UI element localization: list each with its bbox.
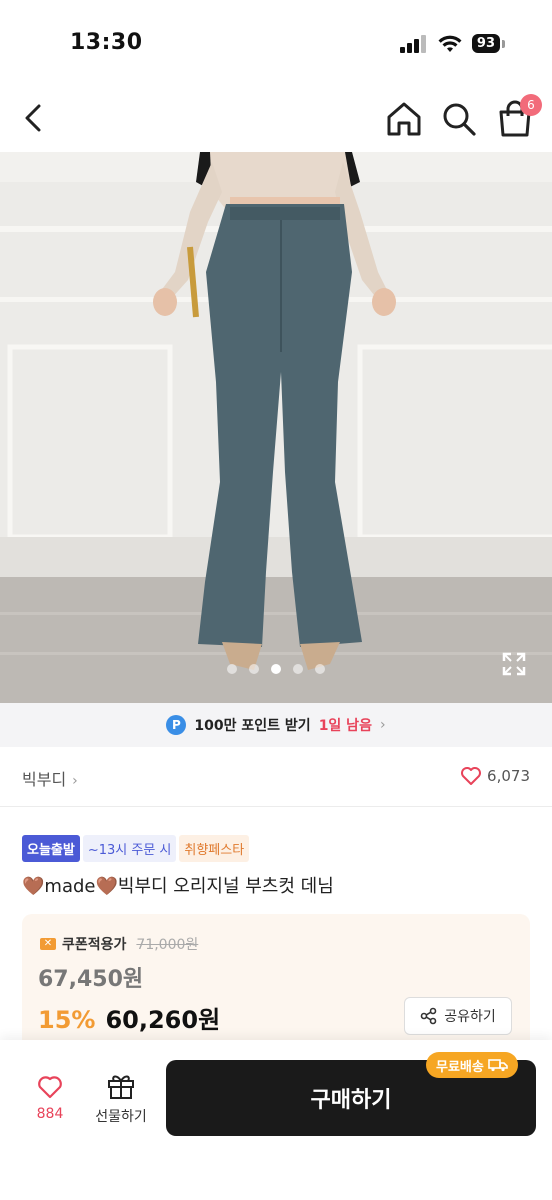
gift-label: 선물하기	[95, 1109, 147, 1125]
points-icon: P	[166, 715, 187, 735]
coupon-row: ✕ 쿠폰적용가 71,000원	[40, 934, 198, 954]
chevron-right-icon: ›	[72, 773, 78, 789]
gift-button[interactable]: 선물하기	[88, 1072, 154, 1126]
free-shipping-label: 무료배송	[436, 1059, 484, 1075]
product-image[interactable]	[0, 152, 552, 703]
like-count: 6,073	[487, 767, 530, 785]
coupon-icon: ✕	[40, 938, 56, 950]
carousel-dot-active[interactable]	[271, 664, 281, 674]
product-tags: 오늘출발 ~13시 주문 시 취향페스타	[22, 835, 250, 862]
brand-name: 빅부디	[22, 770, 67, 789]
final-price: 60,260원	[105, 1006, 221, 1034]
share-label: 공유하기	[444, 1009, 496, 1025]
product-photo-illustration	[0, 152, 552, 703]
search-icon[interactable]	[440, 100, 478, 138]
status-time: 13:30	[70, 30, 143, 55]
share-button[interactable]: 공유하기	[404, 997, 512, 1035]
points-banner-text: 100만 포인트 받기	[194, 718, 311, 734]
fullscreen-expand-icon[interactable]	[500, 650, 528, 678]
discount-rate: 15%	[38, 1006, 96, 1034]
wifi-icon	[438, 35, 462, 52]
cart-count-badge: 6	[520, 94, 542, 116]
tag-order-cutoff: ~13시 주문 시	[82, 835, 177, 862]
wishlist-button[interactable]: 884	[30, 1074, 70, 1122]
brand-link[interactable]: 빅부디 ›	[22, 766, 78, 790]
carousel-dot[interactable]	[227, 664, 237, 674]
delivery-truck-icon	[488, 1059, 508, 1072]
original-price: 71,000원	[136, 937, 199, 953]
status-icons: 93	[399, 34, 506, 53]
points-banner[interactable]: P 100만 포인트 받기 1일 남음 ›	[0, 703, 552, 747]
divider	[0, 806, 552, 807]
chevron-right-icon: ›	[379, 717, 386, 733]
home-icon[interactable]	[384, 100, 424, 138]
carousel-dot[interactable]	[249, 664, 259, 674]
wishlist-count: 884	[36, 1106, 64, 1122]
battery-indicator: 93	[471, 34, 506, 53]
coupon-label: 쿠폰적용가	[62, 937, 127, 953]
final-price-row: 15% 60,260원	[38, 1000, 220, 1035]
product-title: 🤎made🤎빅부디 오리지널 부츠컷 데님	[22, 876, 334, 897]
carousel-dot[interactable]	[293, 664, 303, 674]
signal-icon	[399, 34, 426, 53]
carousel-dots	[0, 664, 552, 674]
heart-icon	[38, 1076, 62, 1099]
share-icon	[420, 1007, 437, 1025]
heart-icon	[461, 767, 482, 785]
tag-festa: 취향페스타	[179, 835, 250, 862]
free-shipping-badge: 무료배송	[426, 1052, 518, 1078]
tag-today-shipping: 오늘출발	[22, 835, 80, 862]
gift-icon	[108, 1075, 134, 1099]
coupon-price: 67,450원	[38, 967, 144, 992]
carousel-dot[interactable]	[315, 664, 325, 674]
points-remaining: 1일 남음	[318, 718, 372, 734]
brand-like-button[interactable]: 6,073	[460, 766, 530, 786]
cart-button[interactable]: 6	[494, 94, 542, 140]
back-arrow-icon[interactable]	[16, 100, 52, 136]
